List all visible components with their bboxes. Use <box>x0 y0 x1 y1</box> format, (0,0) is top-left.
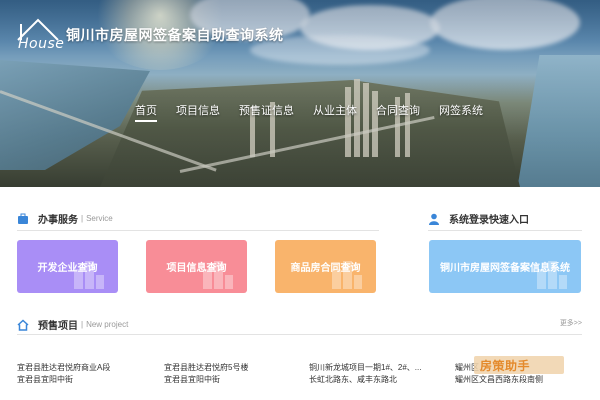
watermark-text: 房策助手 <box>480 358 531 373</box>
project-address: 宜君县宜阳中街 <box>17 375 73 384</box>
nav-home[interactable]: 首页 <box>135 102 157 122</box>
card-signing-system-label: 铜川市房屋网签备案信息系统 <box>440 263 570 274</box>
home-icon <box>17 318 29 331</box>
services-header: 办事服务 | Service <box>17 211 113 226</box>
project-item[interactable]: 宜君县胜达君悦府商业A段 宜君县宜阳中街 <box>17 362 110 386</box>
card-signing-system-login[interactable]: 铜川市房屋网签备案信息系统 <box>429 240 581 293</box>
presale-subtitle-divider: | <box>81 320 84 329</box>
card-contract-query[interactable]: 商品房合同查询 <box>275 240 376 293</box>
project-address: 宜君县宜阳中街 <box>164 375 220 384</box>
nav-signing-system[interactable]: 网签系统 <box>439 102 483 122</box>
project-item[interactable]: 铜川新龙城项目一期1#、2#、... 长虹北路东、咸丰东路北 <box>309 362 421 386</box>
project-name: 宜君县胜达君悦府5号楼 <box>164 363 249 372</box>
header-banner: House 铜川市房屋网签备案自助查询系统 首页 项目信息 预售证信息 从业主体… <box>0 0 600 187</box>
nav-project-info[interactable]: 项目信息 <box>176 102 220 122</box>
card-developer-query[interactable]: 开发企业查询 <box>17 240 118 293</box>
card-project-query[interactable]: 项目信息查询 <box>146 240 247 293</box>
services-subtitle-divider: | <box>81 214 84 223</box>
project-address: 耀州区文昌西路东段南侧 <box>455 375 543 384</box>
user-icon <box>429 213 439 225</box>
login-header: 系统登录快速入口 <box>428 211 529 226</box>
card-contract-query-label: 商品房合同查询 <box>290 263 361 274</box>
project-name: 宜君县胜达君悦府商业A段 <box>17 363 111 372</box>
main-nav: 首页 项目信息 预售证信息 从业主体 合同查询 网签系统 <box>135 102 502 122</box>
services-subtitle: Service <box>86 214 113 223</box>
presale-title: 预售项目 <box>38 321 78 332</box>
nav-practitioners[interactable]: 从业主体 <box>313 102 357 122</box>
project-address: 长虹北路东、咸丰东路北 <box>309 375 397 384</box>
nav-presale-cert[interactable]: 预售证信息 <box>239 102 294 122</box>
project-name: 铜川新龙城项目一期1#、2#、... <box>309 363 422 372</box>
login-divider <box>428 230 582 231</box>
presale-subtitle: New project <box>86 320 129 329</box>
presale-divider <box>17 334 582 335</box>
nav-contract-query[interactable]: 合同查询 <box>376 102 420 122</box>
card-developer-query-label: 开发企业查询 <box>37 263 98 274</box>
logo-text: House <box>18 36 65 52</box>
services-divider <box>17 230 379 231</box>
presale-more-link[interactable]: 更多>> <box>560 318 582 328</box>
services-title: 办事服务 <box>38 215 78 226</box>
presale-header: 预售项目 | New project <box>17 317 128 332</box>
card-project-query-label: 项目信息查询 <box>166 263 227 274</box>
briefcase-icon <box>18 213 28 224</box>
login-title: 系统登录快速入口 <box>449 215 529 226</box>
watermark-badge: 房策助手 <box>474 356 564 374</box>
site-title: 铜川市房屋网签备案自助查询系统 <box>66 27 284 43</box>
project-item[interactable]: 宜君县胜达君悦府5号楼 宜君县宜阳中街 <box>164 362 248 386</box>
